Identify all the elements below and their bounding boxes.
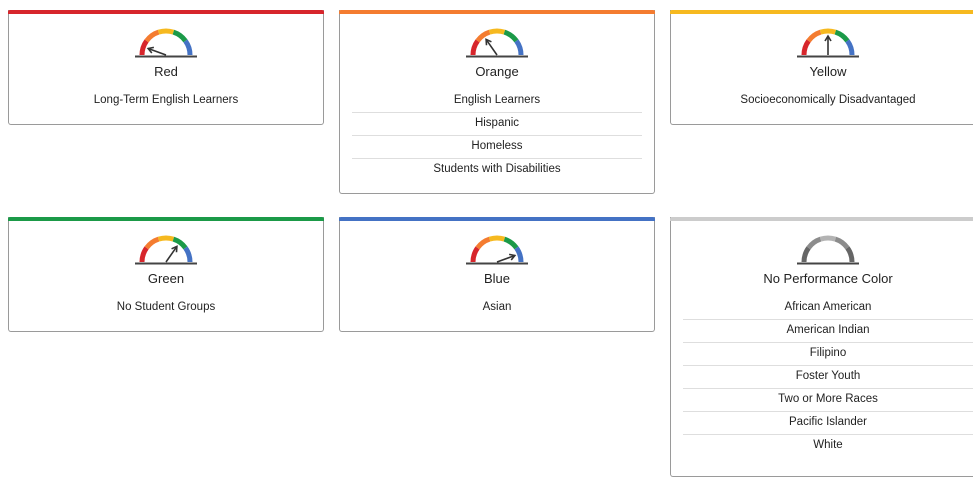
performance-card-yellow: Yellow Socioeconomically Disadvantaged bbox=[670, 10, 973, 125]
gauge-segment bbox=[819, 28, 837, 35]
gauge-segment bbox=[845, 246, 855, 263]
gauge-segment bbox=[488, 235, 506, 242]
gauge-segment bbox=[139, 246, 149, 263]
student-group-list: No Student Groups bbox=[21, 297, 311, 320]
gauge-segment bbox=[819, 235, 837, 242]
gauge-segment bbox=[801, 39, 811, 56]
gauge-segment bbox=[183, 246, 193, 263]
gauge-segment bbox=[514, 39, 524, 56]
list-item: Foster Youth bbox=[683, 366, 973, 389]
list-item: Hispanic bbox=[352, 113, 642, 136]
gauge-segment bbox=[834, 29, 850, 43]
list-item: Students with Disabilities bbox=[433, 163, 561, 175]
card-title: Red bbox=[154, 64, 178, 79]
student-group-list: African American American Indian Filipin… bbox=[683, 297, 973, 458]
card-title: Yellow bbox=[809, 64, 847, 79]
list-item: Homeless bbox=[352, 136, 642, 159]
gauge-segment bbox=[488, 28, 506, 35]
gauge-icon-orange bbox=[466, 28, 528, 58]
gauge-segment bbox=[503, 236, 519, 250]
card-title: Blue bbox=[483, 271, 511, 286]
list-item: African American bbox=[683, 297, 973, 320]
performance-card-orange: Orange English Learners Hispanic Homeles… bbox=[339, 10, 655, 194]
card-title: No Performance Color bbox=[763, 271, 893, 286]
list-item: No Student Groups bbox=[116, 301, 216, 313]
gauge-segment bbox=[845, 39, 855, 56]
gauge-segment bbox=[172, 29, 188, 43]
performance-card-blue: Blue Asian bbox=[339, 217, 655, 332]
list-item: Asian bbox=[482, 301, 512, 313]
performance-card-green: Green No Student Groups bbox=[8, 217, 324, 332]
gauge-segment bbox=[144, 29, 160, 43]
student-group-list: Socioeconomically Disadvantaged bbox=[683, 90, 973, 113]
card-title: Green bbox=[147, 271, 185, 286]
gauge-segment bbox=[475, 236, 491, 250]
gauge-segment bbox=[157, 235, 175, 242]
list-item: Long-Term English Learners bbox=[93, 94, 239, 106]
card-title: Orange bbox=[475, 64, 519, 79]
gauge-segment bbox=[139, 39, 149, 56]
card-color-bar bbox=[339, 10, 655, 14]
list-item: English Learners bbox=[352, 90, 642, 113]
gauge-icon-blue bbox=[466, 235, 528, 265]
gauge-icon-green bbox=[135, 235, 197, 265]
card-color-bar bbox=[8, 10, 324, 14]
gauge-icon-red bbox=[135, 28, 197, 58]
gauge-segment bbox=[157, 28, 175, 35]
gauge-segment bbox=[806, 236, 822, 250]
performance-card-red: Red Long-Term English Learners bbox=[8, 10, 324, 125]
gauge-needle bbox=[165, 245, 178, 263]
student-group-list: Asian bbox=[352, 297, 642, 320]
gauge-segment bbox=[144, 236, 160, 250]
student-group-list: English Learners Hispanic Homeless Stude… bbox=[352, 90, 642, 182]
list-item: American Indian bbox=[683, 320, 973, 343]
gauge-segment bbox=[806, 29, 822, 43]
gauge-icon-no-color bbox=[797, 235, 859, 265]
card-color-bar bbox=[339, 217, 655, 221]
list-item: Socioeconomically Disadvantaged bbox=[740, 94, 916, 106]
card-color-bar bbox=[670, 217, 973, 221]
card-color-bar bbox=[670, 10, 973, 14]
gauge-segment bbox=[834, 236, 850, 250]
list-item: Pacific Islander bbox=[683, 412, 973, 435]
list-item: Two or More Races bbox=[683, 389, 973, 412]
gauge-icon-yellow bbox=[797, 28, 859, 58]
list-item: White bbox=[813, 439, 843, 451]
performance-card-no-color: No Performance Color African American Am… bbox=[670, 217, 973, 477]
gauge-segment bbox=[801, 246, 811, 263]
gauge-segment bbox=[470, 246, 480, 263]
gauge-segment bbox=[470, 39, 480, 56]
gauge-segment bbox=[514, 246, 524, 263]
gauge-segment bbox=[183, 39, 193, 56]
list-item: Filipino bbox=[683, 343, 973, 366]
card-color-bar bbox=[8, 217, 324, 221]
gauge-needle bbox=[485, 38, 498, 56]
gauge-segment bbox=[503, 29, 519, 43]
student-group-list: Long-Term English Learners bbox=[21, 90, 311, 113]
